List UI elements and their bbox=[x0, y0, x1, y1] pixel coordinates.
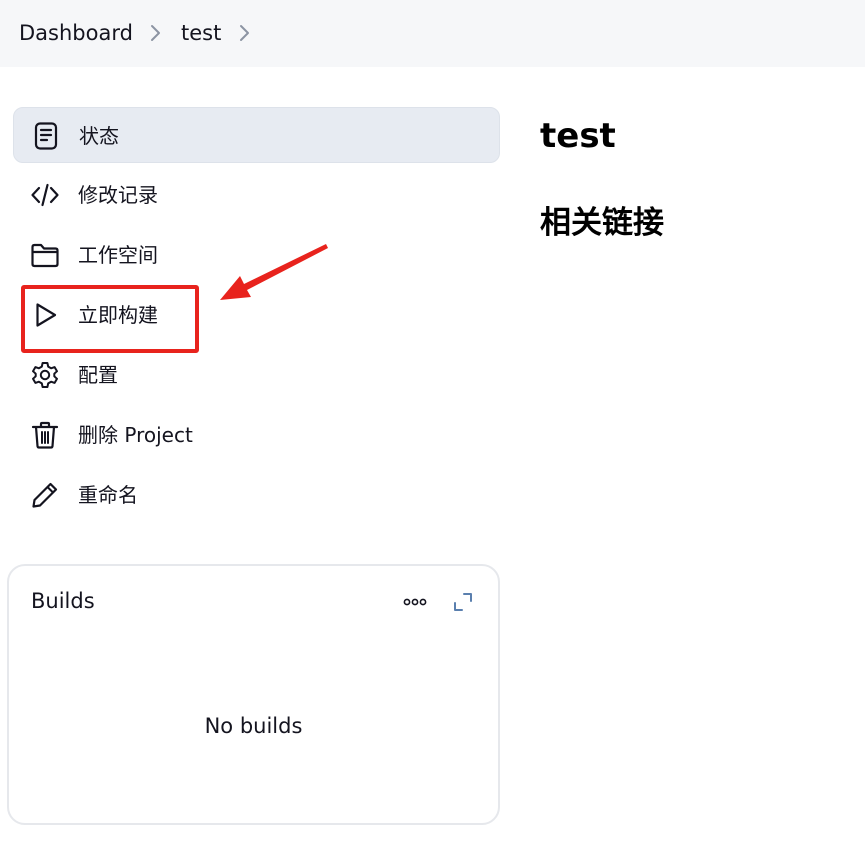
pencil-icon bbox=[32, 482, 58, 508]
annotation-highlight-box bbox=[21, 285, 199, 353]
sidebar-item-workspace[interactable]: 工作空间 bbox=[13, 227, 500, 283]
chevron-right-icon bbox=[151, 25, 160, 41]
sidebar-item-label: 状态 bbox=[79, 124, 119, 148]
page-title: test bbox=[540, 116, 616, 156]
sidebar-item-label: 重命名 bbox=[78, 483, 138, 507]
breadcrumb-dashboard[interactable]: Dashboard bbox=[19, 19, 133, 47]
related-links-heading: 相关链接 bbox=[540, 205, 664, 241]
chevron-right-icon[interactable] bbox=[234, 23, 254, 43]
sidebar-item-label: 删除 Project bbox=[78, 423, 193, 447]
gear-icon bbox=[32, 362, 58, 388]
sidebar-item-label: 工作空间 bbox=[78, 243, 158, 267]
builds-empty-message: No builds bbox=[204, 714, 303, 738]
sidebar-item-changes[interactable]: 修改记录 bbox=[13, 167, 500, 223]
sidebar-item-label: 修改记录 bbox=[78, 183, 158, 207]
folder-icon bbox=[31, 243, 59, 268]
sidebar-item-delete[interactable]: 删除 Project bbox=[13, 407, 500, 463]
sidebar-item-configure[interactable]: 配置 bbox=[13, 347, 500, 403]
sidebar-item-status[interactable]: 状态 bbox=[13, 107, 500, 163]
code-icon bbox=[31, 183, 59, 207]
sidebar-item-label: 配置 bbox=[78, 363, 118, 387]
document-icon bbox=[34, 122, 58, 150]
breadcrumb-test[interactable]: test bbox=[181, 19, 221, 47]
trash-icon bbox=[31, 421, 59, 449]
expand-icon[interactable] bbox=[451, 590, 475, 614]
builds-panel: Builds No builds bbox=[7, 564, 500, 825]
builds-title: Builds bbox=[31, 589, 95, 613]
more-options-icon[interactable] bbox=[399, 590, 431, 614]
breadcrumb: Dashboard test bbox=[0, 0, 865, 67]
sidebar-item-rename[interactable]: 重命名 bbox=[13, 467, 500, 523]
